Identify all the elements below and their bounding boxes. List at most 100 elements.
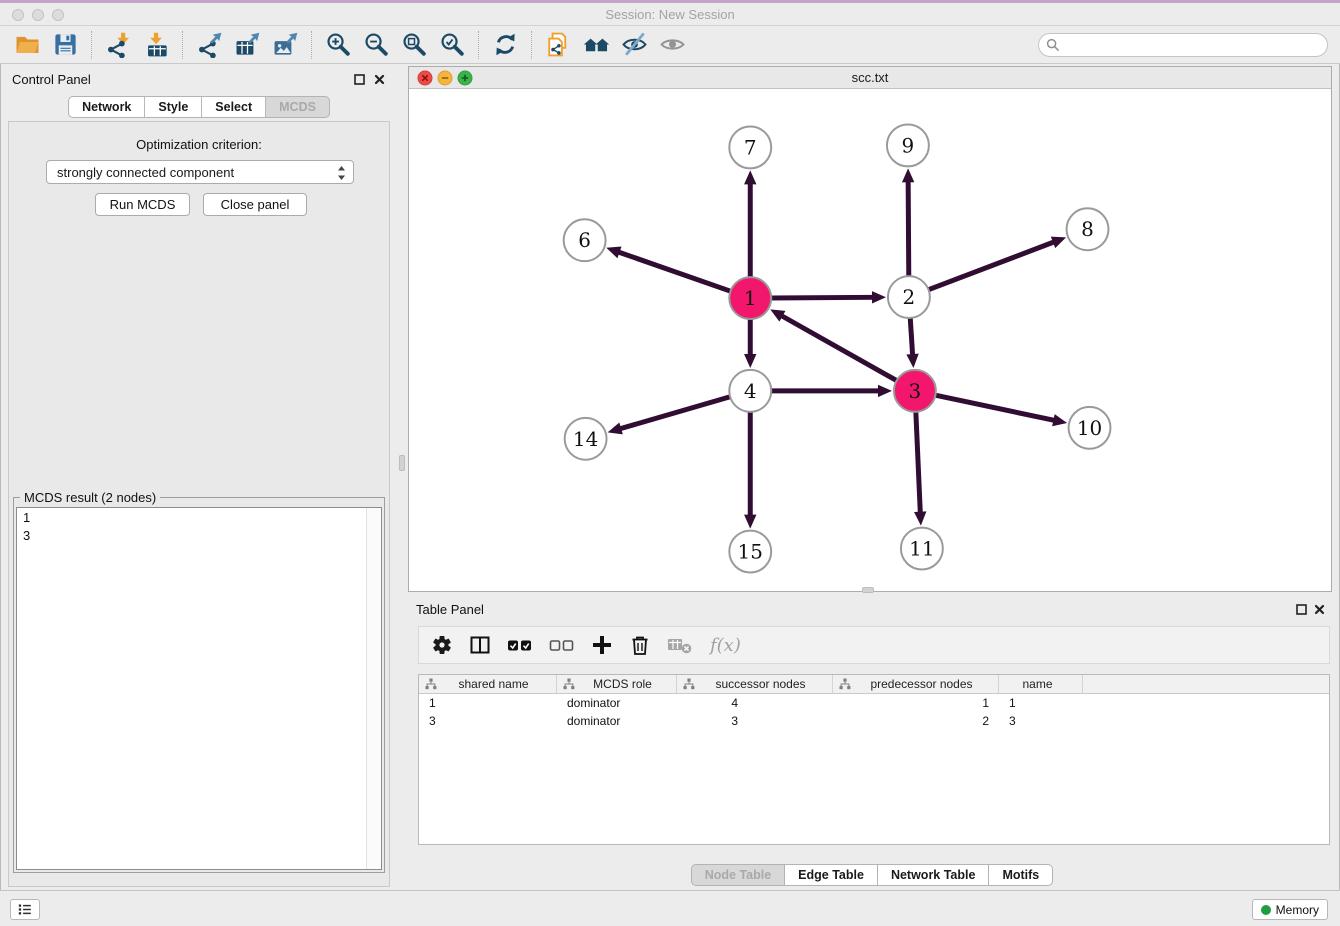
export-network-button[interactable] — [190, 28, 228, 62]
column-header[interactable]: MCDS role — [557, 675, 677, 693]
toolbar-separator — [478, 31, 479, 59]
checkboxes-checked-button[interactable] — [507, 631, 533, 659]
network-window-titlebar[interactable]: scc.txt — [409, 67, 1331, 89]
open-folder-button[interactable] — [8, 28, 46, 62]
save-floppy-button[interactable] — [46, 28, 84, 62]
table-cell: 1 — [419, 694, 557, 712]
edge-3-10[interactable] — [935, 395, 1055, 420]
edge-arrow-2-3 — [906, 354, 918, 368]
copy-pages-button[interactable] — [539, 28, 577, 62]
task-history-button[interactable] — [10, 899, 40, 920]
import-network-icon — [105, 31, 132, 58]
tab-network-table[interactable]: Network Table — [878, 864, 990, 886]
trash-button[interactable] — [629, 631, 651, 659]
edge-4-14[interactable] — [619, 397, 730, 429]
status-bar: Memory — [0, 890, 1340, 926]
export-table-icon — [234, 31, 261, 58]
edge-3-1[interactable] — [781, 315, 897, 380]
split-panel-button[interactable] — [469, 631, 491, 659]
close-table-panel-icon[interactable] — [1313, 603, 1326, 616]
network-window-title: scc.txt — [409, 70, 1331, 85]
horizontal-splitter-grip[interactable] — [862, 587, 874, 593]
zoom-fit-button[interactable] — [395, 28, 433, 62]
toolbar-separator — [182, 31, 183, 59]
tab-label: Motifs — [1002, 868, 1039, 882]
table-row[interactable]: 1dominator411 — [419, 694, 1329, 712]
tab-node-table[interactable]: Node Table — [691, 864, 785, 886]
column-header[interactable]: predecessor nodes — [833, 675, 999, 693]
node-label-8: 8 — [1081, 217, 1094, 241]
edge-arrow-1-4 — [744, 354, 756, 368]
edge-3-11[interactable] — [916, 412, 921, 514]
tab-mcds[interactable]: MCDS — [266, 96, 330, 118]
column-header[interactable]: name — [999, 675, 1083, 693]
edge-arrow-4-14 — [608, 423, 623, 435]
zoom-selected-button[interactable] — [433, 28, 471, 62]
column-header-label: name — [999, 677, 1082, 691]
trash-icon — [629, 634, 651, 656]
table-row[interactable]: 3dominator323 — [419, 712, 1329, 730]
export-network-icon — [196, 31, 223, 58]
close-panel-button[interactable]: Close panel — [203, 193, 307, 216]
float-panel-icon[interactable] — [353, 73, 366, 86]
eye-button[interactable] — [653, 28, 691, 62]
mcds-result-list[interactable]: 13 — [16, 507, 382, 870]
export-table-button[interactable] — [228, 28, 266, 62]
zoom-out-button[interactable] — [357, 28, 395, 62]
tab-network[interactable]: Network — [68, 96, 145, 118]
tab-label: Select — [215, 100, 252, 114]
table-delete-button — [667, 631, 693, 659]
tab-label: MCDS — [279, 100, 316, 114]
tree-icon — [563, 678, 575, 690]
tab-style[interactable]: Style — [145, 96, 202, 118]
edge-2-9[interactable] — [908, 180, 909, 276]
copy-pages-icon — [545, 31, 572, 58]
table-panel-tabs: Node Table Edge Table Network Table Motifs — [404, 864, 1340, 886]
float-table-panel-icon[interactable] — [1295, 603, 1308, 616]
criterion-select[interactable]: strongly connected component — [46, 160, 354, 184]
tab-select[interactable]: Select — [202, 96, 266, 118]
network-canvas[interactable]: 7968124314101511 — [409, 89, 1331, 591]
result-scrollbar[interactable] — [366, 508, 381, 869]
edge-arrow-2-9 — [902, 168, 914, 182]
zoom-selected-icon — [439, 31, 466, 58]
plus-button[interactable] — [591, 631, 613, 659]
memory-button[interactable]: Memory — [1252, 899, 1328, 920]
tab-label: Network Table — [891, 868, 976, 882]
edge-arrow-3-11 — [914, 511, 926, 525]
node-table: shared nameMCDS role successor nodesprede… — [418, 674, 1330, 845]
checkboxes-unchecked-button[interactable] — [549, 631, 575, 659]
table-tabs-segmented: Node Table Edge Table Network Table Motifs — [691, 864, 1054, 886]
import-network-button[interactable] — [99, 28, 137, 62]
column-header[interactable]: shared name — [419, 675, 557, 693]
zoom-in-button[interactable] — [319, 28, 357, 62]
eye-slash-icon — [621, 31, 648, 58]
table-cell: dominator — [557, 712, 677, 730]
edge-arrow-2-8 — [1051, 237, 1066, 249]
tab-edge-table[interactable]: Edge Table — [785, 864, 878, 886]
edge-1-2[interactable] — [771, 297, 874, 298]
import-table-button[interactable] — [137, 28, 175, 62]
refresh-button[interactable] — [486, 28, 524, 62]
export-image-button[interactable] — [266, 28, 304, 62]
edge-2-8[interactable] — [929, 242, 1055, 290]
mcds-result-groupbox: MCDS result (2 nodes) 13 — [13, 497, 385, 873]
gear-button[interactable] — [431, 631, 453, 659]
houses-button[interactable] — [577, 28, 615, 62]
node-label-4: 4 — [744, 379, 757, 403]
edge-2-3[interactable] — [910, 318, 912, 356]
edge-1-6[interactable] — [618, 252, 731, 291]
tab-motifs[interactable]: Motifs — [989, 864, 1053, 886]
table-cell: 1 — [999, 694, 1083, 712]
edge-arrow-1-6 — [606, 247, 621, 259]
run-mcds-button[interactable]: Run MCDS — [95, 193, 190, 216]
column-header[interactable]: successor nodes — [677, 675, 833, 693]
search-input[interactable] — [1038, 33, 1328, 57]
function-fx-button: f(x) — [709, 631, 743, 659]
close-panel-icon[interactable] — [373, 73, 386, 86]
eye-slash-button[interactable] — [615, 28, 653, 62]
column-header-label: successor nodes — [695, 677, 832, 691]
tab-label: Edge Table — [798, 868, 864, 882]
vertical-splitter-grip[interactable] — [399, 455, 405, 471]
tree-icon — [425, 678, 437, 690]
